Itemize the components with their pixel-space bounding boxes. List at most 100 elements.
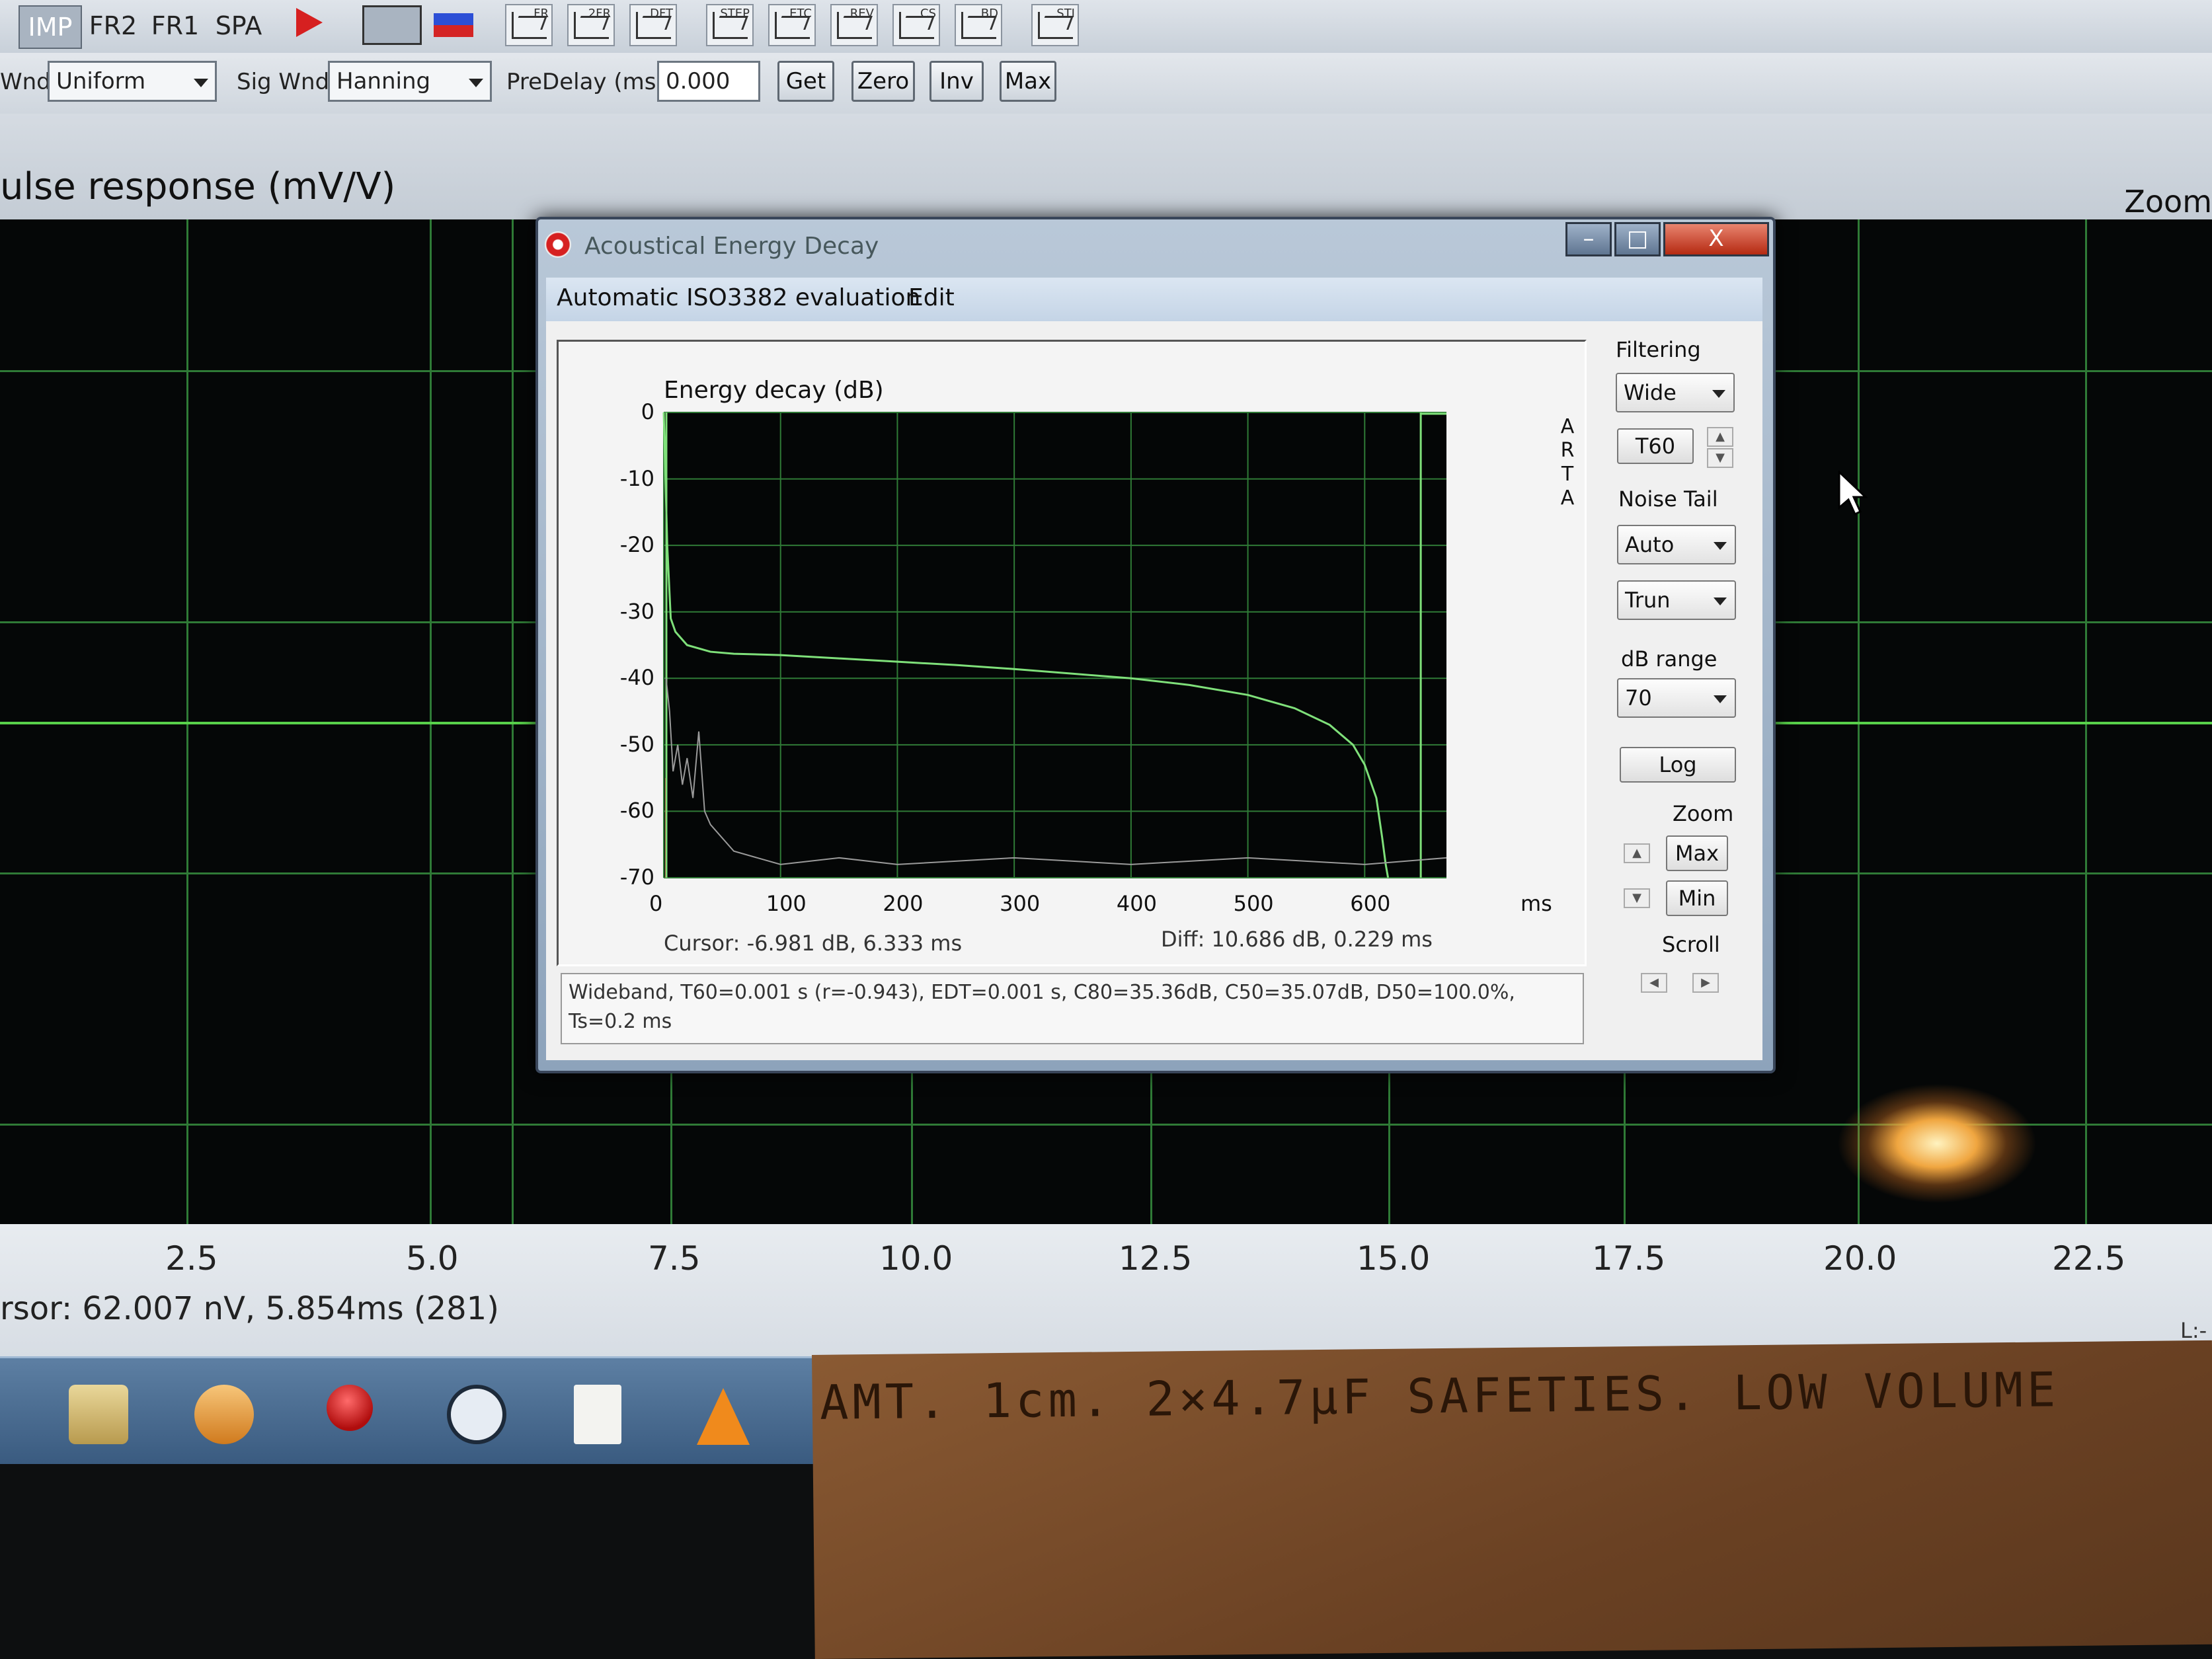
trun-value: Trun bbox=[1625, 588, 1671, 613]
y-tick-label: -10 bbox=[619, 465, 654, 491]
dft-plot-icon[interactable]: DFT bbox=[629, 4, 677, 46]
clock-icon[interactable] bbox=[447, 1385, 506, 1444]
x-tick-label: 200 bbox=[883, 891, 924, 916]
step-plot-icon[interactable]: STEP bbox=[706, 4, 754, 46]
play-icon[interactable] bbox=[296, 8, 323, 37]
zoom-up-icon[interactable]: ▲ bbox=[1624, 843, 1650, 863]
y-tick-label: -70 bbox=[619, 865, 654, 890]
spin-down-icon[interactable]: ▼ bbox=[1707, 448, 1733, 468]
x-tick-label: 0 bbox=[649, 891, 663, 916]
x-tick-label: 2.5 bbox=[165, 1239, 218, 1278]
y-tick-label: -60 bbox=[619, 798, 654, 824]
zoom-min-button[interactable]: Min bbox=[1666, 880, 1728, 916]
inv-button[interactable]: Inv bbox=[929, 61, 984, 102]
mode-tab-fr2[interactable]: FR2 bbox=[85, 5, 141, 46]
settings-bar: Wnd Uniform Sig Wnd Hanning PreDelay (ms… bbox=[0, 53, 2212, 116]
sig-wnd-select[interactable]: Hanning bbox=[328, 61, 492, 102]
main-toolbar: IMP FR2 FR1 SPA FR 2FR DFT STEP ETC REV … bbox=[0, 0, 2212, 54]
sig-wnd-value: Hanning bbox=[336, 68, 431, 95]
x-tick-label: 300 bbox=[1000, 891, 1041, 916]
app-icon bbox=[545, 231, 571, 258]
bd-plot-icon[interactable]: BD bbox=[955, 4, 1002, 46]
zoom-label-dialog: Zoom bbox=[1673, 801, 1734, 826]
filtering-label: Filtering bbox=[1616, 337, 1701, 362]
energy-decay-chart[interactable] bbox=[557, 340, 1587, 966]
predelay-value: 0.000 bbox=[666, 68, 731, 95]
max-button[interactable]: Max bbox=[1000, 61, 1056, 102]
close-button[interactable]: X bbox=[1663, 222, 1769, 256]
filtering-value: Wide bbox=[1624, 380, 1677, 405]
media-player-icon[interactable] bbox=[194, 1385, 254, 1444]
fr-plot-icon[interactable]: FR bbox=[505, 4, 553, 46]
light-reflection bbox=[1838, 1084, 2036, 1203]
menu-edit[interactable]: Edit bbox=[908, 284, 955, 311]
zoom-down-icon[interactable]: ▼ bbox=[1624, 888, 1650, 908]
generator-icon[interactable] bbox=[434, 13, 473, 37]
arta-letter: A bbox=[1560, 486, 1575, 510]
predelay-label: PreDelay (ms) bbox=[506, 69, 665, 95]
sig-wnd-label: Sig Wnd bbox=[237, 69, 330, 95]
corner-readout: L:- bbox=[2180, 1318, 2207, 1343]
main-cursor-readout: rsor: 62.007 nV, 5.854ms (281) bbox=[0, 1290, 499, 1327]
menu-automatic-iso3382[interactable]: Automatic ISO3382 evaluation bbox=[557, 284, 920, 311]
trun-select[interactable]: Trun bbox=[1617, 580, 1736, 620]
chevron-down-icon bbox=[1714, 695, 1727, 703]
scroll-label: Scroll bbox=[1662, 932, 1720, 957]
probe-icon[interactable] bbox=[362, 5, 422, 45]
x-tick-label: 500 bbox=[1233, 891, 1274, 916]
filtering-select[interactable]: Wide bbox=[1616, 373, 1735, 412]
scroll-right-icon[interactable]: ▶ bbox=[1692, 973, 1719, 993]
wnd-select[interactable]: Uniform bbox=[48, 61, 217, 102]
x-axis-unit: ms bbox=[1521, 891, 1552, 916]
maximize-button[interactable]: □ bbox=[1614, 222, 1661, 256]
etc-plot-icon[interactable]: ETC bbox=[768, 4, 816, 46]
pushpin-icon[interactable] bbox=[327, 1385, 373, 1431]
noise-tail-select[interactable]: Auto bbox=[1617, 525, 1736, 564]
chevron-down-icon bbox=[1714, 542, 1727, 550]
mode-tab-spa[interactable]: SPA bbox=[209, 5, 268, 46]
x-tick-label: 12.5 bbox=[1119, 1239, 1193, 1278]
x-tick-label: 10.0 bbox=[879, 1239, 953, 1278]
chevron-down-icon bbox=[1714, 598, 1727, 605]
mouse-pointer-icon bbox=[1838, 471, 1868, 516]
db-range-select[interactable]: 70 bbox=[1617, 678, 1736, 718]
y-tick-label: -30 bbox=[619, 598, 654, 624]
mode-tab-fr1[interactable]: FR1 bbox=[147, 5, 204, 46]
folder-icon[interactable] bbox=[69, 1385, 128, 1444]
y-tick-label: -20 bbox=[619, 532, 654, 558]
cursor-readout: Cursor: -6.981 dB, 6.333 ms bbox=[664, 931, 963, 956]
predelay-input[interactable]: 0.000 bbox=[657, 61, 760, 102]
x-tick-label: 5.0 bbox=[406, 1239, 459, 1278]
chevron-down-icon bbox=[469, 79, 483, 87]
spin-up-icon[interactable]: ▲ bbox=[1707, 427, 1733, 447]
rev-plot-icon[interactable]: REV bbox=[830, 4, 878, 46]
minimize-button[interactable]: – bbox=[1565, 222, 1612, 256]
chevron-down-icon bbox=[194, 79, 208, 87]
arta-letter: A bbox=[1560, 415, 1575, 438]
scroll-left-icon[interactable]: ◀ bbox=[1641, 973, 1667, 993]
get-button[interactable]: Get bbox=[777, 61, 834, 102]
db-range-value: 70 bbox=[1625, 685, 1652, 711]
y-tick-label: 0 bbox=[641, 399, 654, 424]
x-tick-label: 22.5 bbox=[2052, 1239, 2126, 1278]
log-button[interactable]: Log bbox=[1620, 747, 1736, 783]
x-tick-label: 20.0 bbox=[1823, 1239, 1897, 1278]
y-tick-label: -40 bbox=[619, 665, 654, 691]
noise-tail-label: Noise Tail bbox=[1618, 486, 1718, 512]
zoom-max-button[interactable]: Max bbox=[1666, 835, 1728, 871]
sti-plot-icon[interactable]: STI bbox=[1031, 4, 1079, 46]
x-tick-label: 7.5 bbox=[648, 1239, 701, 1278]
page-title: ulse response (mV/V) bbox=[0, 165, 396, 208]
cs-plot-icon[interactable]: CS bbox=[892, 4, 940, 46]
t60-button[interactable]: T60 bbox=[1617, 428, 1694, 464]
document-icon[interactable] bbox=[574, 1385, 621, 1444]
2fr-plot-icon[interactable]: 2FR bbox=[567, 4, 615, 46]
result-summary: Wideband, T60=0.001 s (r=-0.943), EDT=0.… bbox=[561, 973, 1584, 1044]
x-tick-label: 100 bbox=[766, 891, 807, 916]
dialog-title: Acoustical Energy Decay bbox=[584, 233, 879, 260]
vlc-cone-icon[interactable] bbox=[697, 1388, 750, 1445]
mode-tab-imp[interactable]: IMP bbox=[19, 5, 82, 49]
diff-readout: Diff: 10.686 dB, 0.229 ms bbox=[1161, 927, 1433, 952]
zero-button[interactable]: Zero bbox=[851, 61, 915, 102]
arta-letter: T bbox=[1561, 463, 1574, 486]
